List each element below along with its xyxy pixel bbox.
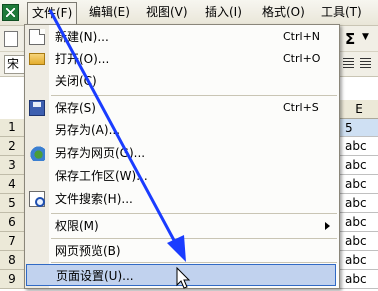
new-doc-icon[interactable] <box>4 31 18 47</box>
web-page-icon <box>29 145 45 161</box>
column-header-e[interactable]: E <box>338 100 378 119</box>
menu-item-label: 页面设置(U)... <box>56 269 134 283</box>
menu-tools[interactable]: 工具(T) <box>317 3 366 22</box>
file-search-icon <box>29 191 45 207</box>
menu-item-label: 新建(N)... <box>55 30 109 44</box>
file-menu-dropdown: 新建(N)... Ctrl+N 打开(O)... Ctrl+O 关闭(C) 保存… <box>24 24 340 289</box>
menu-item-save-workspace[interactable]: 保存工作区(W)... <box>25 165 339 187</box>
menu-insert[interactable]: 插入(I) <box>201 3 246 22</box>
row-header[interactable]: 3 <box>0 156 25 175</box>
menu-item-save-as-web[interactable]: 另存为网页(G)... <box>25 142 339 164</box>
align-right-icon[interactable] <box>360 58 371 69</box>
menu-bar: 文件(F) 编辑(E) 视图(V) 插入(I) 格式(O) 工具(T) <box>0 0 378 26</box>
cell-e7[interactable]: abc <box>338 232 378 251</box>
menu-item-new[interactable]: 新建(N)... Ctrl+N <box>25 26 339 48</box>
menu-file[interactable]: 文件(F) <box>27 2 78 25</box>
row-header[interactable]: 8 <box>0 251 25 270</box>
menu-separator <box>51 213 337 214</box>
menu-item-label: 另存为(A)... <box>55 123 121 137</box>
cell-e3[interactable]: abc <box>338 156 378 175</box>
row-header[interactable]: 5 <box>0 194 25 213</box>
save-disk-icon <box>29 100 45 116</box>
menu-item-file-search[interactable]: 文件搜索(H)... <box>25 188 339 210</box>
menu-item-open[interactable]: 打开(O)... Ctrl+O <box>25 48 339 70</box>
menu-item-label: 关闭(C) <box>55 74 97 88</box>
autosum-button[interactable]: Σ <box>345 30 355 48</box>
cell-e9[interactable]: abc <box>338 270 378 289</box>
menu-item-shortcut: Ctrl+N <box>283 30 321 43</box>
menu-item-close[interactable]: 关闭(C) <box>25 70 339 92</box>
row-header[interactable]: 4 <box>0 175 25 194</box>
align-center-icon[interactable] <box>343 58 354 69</box>
open-folder-icon <box>29 53 45 65</box>
cell-e8[interactable]: abc <box>338 251 378 270</box>
submenu-arrow-icon <box>325 222 330 230</box>
menu-item-shortcut: Ctrl+S <box>283 101 319 114</box>
menu-item-web-preview[interactable]: 网页预览(B) <box>25 240 339 262</box>
menu-item-label: 保存工作区(W)... <box>55 169 148 183</box>
cell-e2[interactable]: abc <box>338 137 378 156</box>
cell-e5[interactable]: abc <box>338 194 378 213</box>
menu-item-page-setup[interactable]: 页面设置(U)... <box>26 264 336 286</box>
menu-format[interactable]: 格式(O) <box>258 3 309 22</box>
row-header[interactable]: 1 <box>0 119 25 137</box>
cell-e6[interactable]: abc <box>338 213 378 232</box>
menu-separator <box>51 95 337 96</box>
autosum-dropdown-icon[interactable]: ▼ <box>362 32 369 42</box>
menu-separator <box>51 262 337 263</box>
new-file-icon <box>29 29 45 45</box>
row-header[interactable]: 2 <box>0 137 25 156</box>
row-header[interactable]: 6 <box>0 213 25 232</box>
row-header[interactable]: 7 <box>0 232 25 251</box>
menu-item-label: 文件搜索(H)... <box>55 192 133 206</box>
menu-item-label: 保存(S) <box>55 101 96 115</box>
menu-separator <box>51 238 337 239</box>
menu-item-label: 打开(O)... <box>55 52 110 66</box>
menu-item-permission[interactable]: 权限(M) <box>25 215 339 237</box>
menu-view[interactable]: 视图(V) <box>142 3 192 22</box>
menu-item-shortcut: Ctrl+O <box>283 52 321 65</box>
menu-edit[interactable]: 编辑(E) <box>85 3 134 22</box>
menu-item-save[interactable]: 保存(S) Ctrl+S <box>25 97 339 119</box>
menu-item-label: 网页预览(B) <box>55 244 121 258</box>
cell-e4[interactable]: abc <box>338 175 378 194</box>
row-header[interactable]: 9 <box>0 270 25 289</box>
excel-app-icon[interactable] <box>2 4 19 21</box>
menu-item-label: 权限(M) <box>55 219 99 233</box>
menu-item-label: 另存为网页(G)... <box>55 146 146 160</box>
menu-item-save-as[interactable]: 另存为(A)... <box>25 119 339 141</box>
cell-e1[interactable]: 5 <box>338 119 378 137</box>
